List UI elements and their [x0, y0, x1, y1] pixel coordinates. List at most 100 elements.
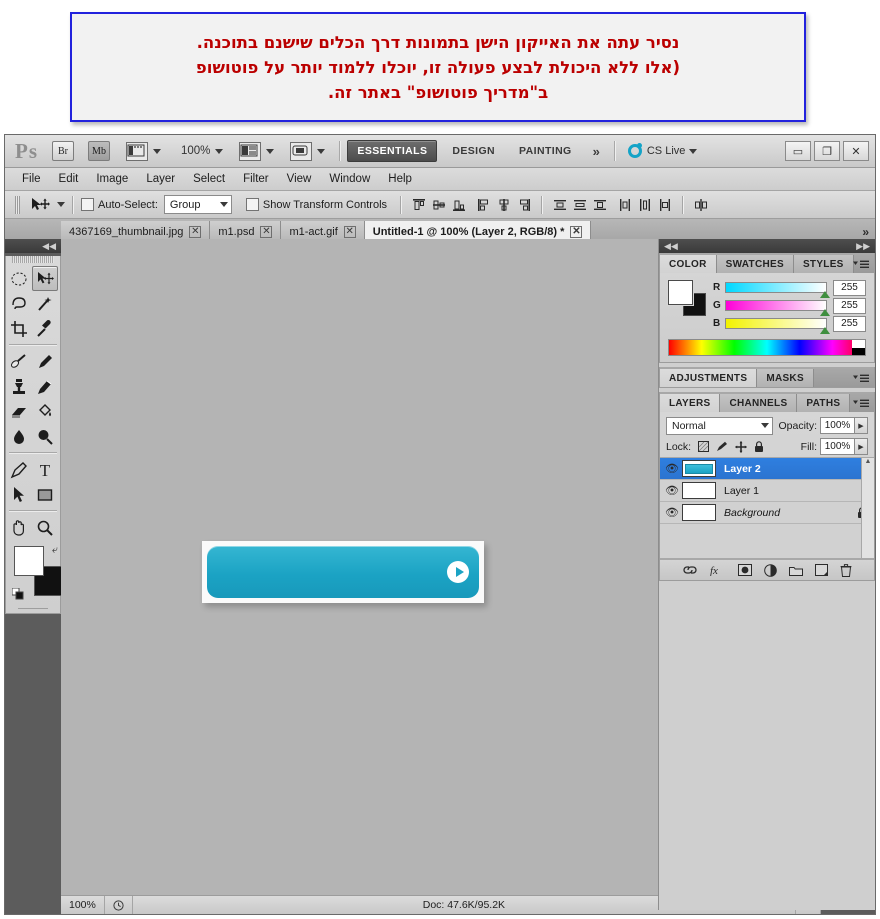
screen-mode-icon[interactable]: [290, 141, 313, 161]
tab-adjustments[interactable]: ADJUSTMENTS: [660, 369, 758, 387]
distribute-right-edges-icon[interactable]: [657, 197, 673, 212]
eraser-tool-icon[interactable]: [6, 399, 32, 424]
menu-edit[interactable]: Edit: [50, 171, 88, 187]
tools-grip[interactable]: [12, 256, 54, 263]
tab-layers[interactable]: LAYERS: [660, 394, 721, 412]
document-tab-2-close-icon[interactable]: ✕: [343, 225, 356, 238]
clone-stamp-tool-icon[interactable]: [6, 374, 32, 399]
marquee-tool-icon[interactable]: [6, 266, 32, 291]
tab-channels[interactable]: CHANNELS: [720, 394, 798, 412]
crop-tool-icon[interactable]: [6, 316, 32, 341]
auto-select-mode-dropdown[interactable]: Group: [163, 195, 232, 214]
launch-mini-bridge-button[interactable]: Mb: [88, 141, 110, 161]
color-spectrum-ramp[interactable]: [668, 339, 866, 356]
new-layer-icon[interactable]: [815, 564, 828, 576]
align-top-edges-icon[interactable]: [411, 197, 427, 212]
rectangle-tool-icon[interactable]: [32, 482, 58, 507]
launch-bridge-button[interactable]: Br: [52, 141, 74, 161]
new-adjustment-layer-icon[interactable]: [764, 563, 777, 577]
workspace-tab-painting[interactable]: PAINTING: [510, 141, 581, 161]
layer-1-name[interactable]: Layer 1: [724, 485, 759, 497]
align-right-edges-icon[interactable]: [516, 197, 532, 212]
menu-filter[interactable]: Filter: [234, 171, 278, 187]
layer-row-layer-1[interactable]: 👁 Layer 1: [660, 480, 874, 502]
document-tab-3-close-icon[interactable]: ✕: [570, 225, 583, 238]
fill-value[interactable]: 100%: [820, 438, 855, 455]
menu-image[interactable]: Image: [87, 171, 137, 187]
distribute-horizontal-centers-icon[interactable]: [637, 197, 653, 212]
pen-tool-icon[interactable]: [6, 457, 32, 482]
swap-colors-icon[interactable]: ⤶: [52, 544, 58, 557]
screen-mode-caret-icon[interactable]: [317, 148, 326, 154]
lock-all-icon[interactable]: [754, 440, 764, 453]
delete-layer-icon[interactable]: [840, 563, 852, 577]
layer-2-thumbnail[interactable]: [682, 460, 716, 477]
fill-stepper-icon[interactable]: ▶: [855, 438, 868, 455]
tab-styles[interactable]: STYLES: [793, 255, 854, 273]
tab-color[interactable]: COLOR: [660, 255, 717, 273]
blend-mode-dropdown[interactable]: Normal: [666, 416, 774, 435]
menu-select[interactable]: Select: [184, 171, 234, 187]
current-tool-indicator[interactable]: [30, 197, 65, 213]
align-bottom-edges-icon[interactable]: [451, 197, 467, 212]
opacity-value[interactable]: 100%: [820, 417, 855, 434]
add-layer-mask-icon[interactable]: [738, 564, 752, 576]
document-tab-0-close-icon[interactable]: ✕: [189, 225, 202, 238]
tab-paths[interactable]: PATHS: [797, 394, 851, 412]
zoom-caret-icon[interactable]: [215, 148, 224, 154]
tools-collapse-bar[interactable]: ◀◀: [5, 239, 61, 253]
slider-value-g[interactable]: 255: [833, 297, 866, 314]
background-thumbnail[interactable]: [682, 504, 716, 521]
layer-2-name[interactable]: Layer 2: [724, 463, 761, 475]
layer-1-thumbnail[interactable]: [682, 482, 716, 499]
color-panel-menu-icon[interactable]: [853, 260, 869, 269]
options-bar-grip[interactable]: [15, 195, 20, 214]
dodge-tool-icon[interactable]: [32, 424, 58, 449]
adjustments-panel-menu-icon[interactable]: [853, 374, 869, 383]
lock-image-pixels-icon[interactable]: [716, 441, 728, 452]
foreground-color-swatch[interactable]: [14, 546, 44, 576]
arrange-documents-icon[interactable]: [239, 141, 262, 161]
status-zoom[interactable]: 100%: [61, 896, 105, 914]
menu-window[interactable]: Window: [320, 171, 379, 187]
spectrum-white-block[interactable]: [852, 340, 865, 348]
link-layers-icon[interactable]: [682, 565, 698, 575]
layers-panel-menu-icon[interactable]: [853, 399, 869, 408]
color-panel-foreground-swatch[interactable]: [668, 280, 693, 305]
auto-align-layers-icon[interactable]: [693, 197, 709, 212]
workspace-overflow-icon[interactable]: »: [593, 144, 600, 159]
document-tab-1-close-icon[interactable]: ✕: [260, 225, 273, 238]
lock-transparent-pixels-icon[interactable]: [698, 441, 710, 452]
workspace-tab-design[interactable]: DESIGN: [443, 141, 504, 161]
default-colors-icon[interactable]: [12, 588, 24, 600]
teal-rounded-button[interactable]: [207, 546, 479, 598]
slider-value-b[interactable]: 255: [833, 315, 866, 332]
distribute-top-edges-icon[interactable]: [552, 197, 568, 212]
background-visibility-icon[interactable]: 👁: [662, 506, 682, 519]
path-selection-tool-icon[interactable]: [6, 482, 32, 507]
type-tool-icon[interactable]: T: [32, 457, 58, 482]
eyedropper-tool-icon[interactable]: [32, 316, 58, 341]
hand-tool-icon[interactable]: [6, 515, 32, 540]
brush-tool-icon[interactable]: [32, 349, 58, 374]
close-button[interactable]: ✕: [843, 141, 869, 161]
move-tool-icon[interactable]: [32, 266, 58, 291]
spectrum-black-block[interactable]: [852, 347, 865, 355]
right-dock-collapse-bar[interactable]: ◀◀ ▶▶: [659, 239, 875, 253]
slider-thumb-r[interactable]: [820, 291, 830, 298]
align-left-edges-icon[interactable]: [476, 197, 492, 212]
view-extras-icon[interactable]: [126, 141, 148, 161]
maximize-button[interactable]: ❐: [814, 141, 840, 161]
magic-wand-tool-icon[interactable]: [32, 291, 58, 316]
slider-track-b[interactable]: [725, 318, 830, 334]
slider-value-r[interactable]: 255: [833, 279, 866, 296]
tool-preset-caret-icon[interactable]: [57, 202, 65, 207]
appbar-zoom-level[interactable]: 100%: [181, 145, 210, 157]
lock-position-icon[interactable]: [735, 440, 748, 453]
layer-style-fx-icon[interactable]: fx: [710, 564, 726, 576]
slider-track-g[interactable]: [725, 300, 830, 316]
align-vertical-centers-icon[interactable]: [431, 197, 447, 212]
blur-tool-icon[interactable]: [6, 424, 32, 449]
view-extras-caret-icon[interactable]: [153, 148, 161, 154]
zoom-tool-icon[interactable]: [32, 515, 58, 540]
